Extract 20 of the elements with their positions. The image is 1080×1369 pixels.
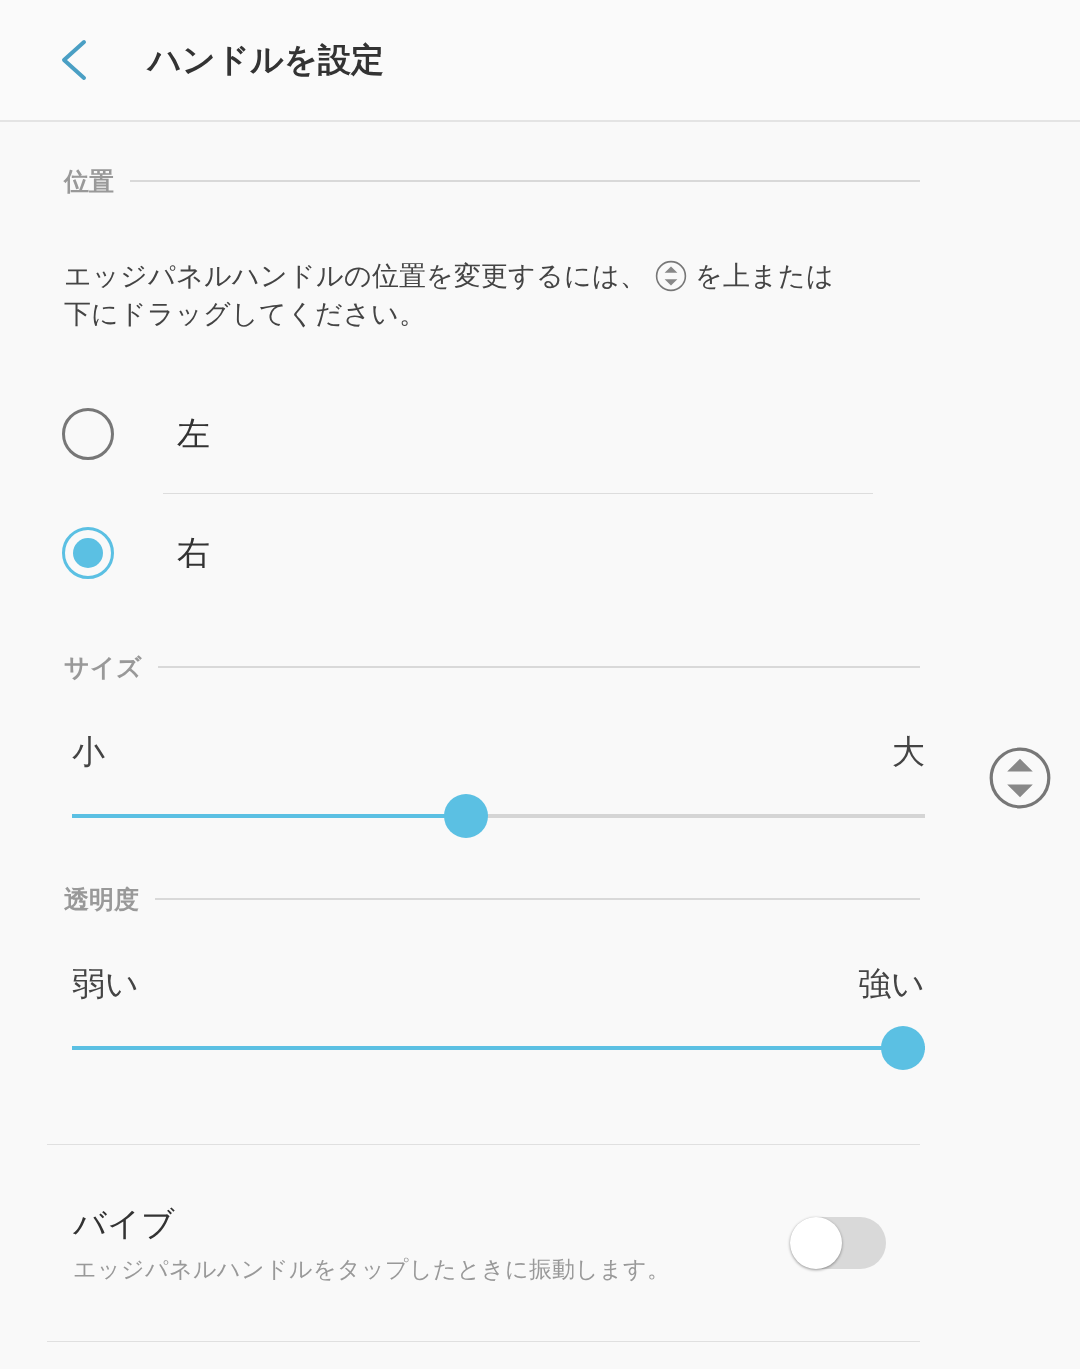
option-label[interactable]: 右 [177, 530, 210, 576]
setting-title: バイブ [73, 1203, 176, 1245]
max-label: 強い [858, 962, 925, 1005]
setting-description: エッジパネルハンドルをタップしたときに振動します。 [73, 1255, 671, 1284]
min-label: 小 [72, 730, 105, 773]
min-label: 弱い [72, 962, 139, 1005]
option-label[interactable]: 左 [177, 411, 210, 457]
section-header: 透明度 [64, 883, 139, 916]
page-title: ハンドルを設定 [148, 38, 384, 81]
description-text: 下にドラッグしてください。 [64, 297, 427, 331]
radio-button[interactable] [62, 408, 114, 460]
radio-button[interactable] [62, 527, 114, 579]
section-header: サイズ [64, 651, 142, 684]
handle-preview-icon [988, 745, 1052, 810]
description-text: を上または [695, 259, 834, 293]
section-header: 位置 [64, 165, 114, 198]
description-text: エッジパネルハンドルの位置を変更するには、 [64, 259, 647, 293]
toggle-switch[interactable] [790, 1217, 886, 1269]
handle-icon [655, 260, 687, 292]
max-label: 大 [892, 730, 925, 773]
